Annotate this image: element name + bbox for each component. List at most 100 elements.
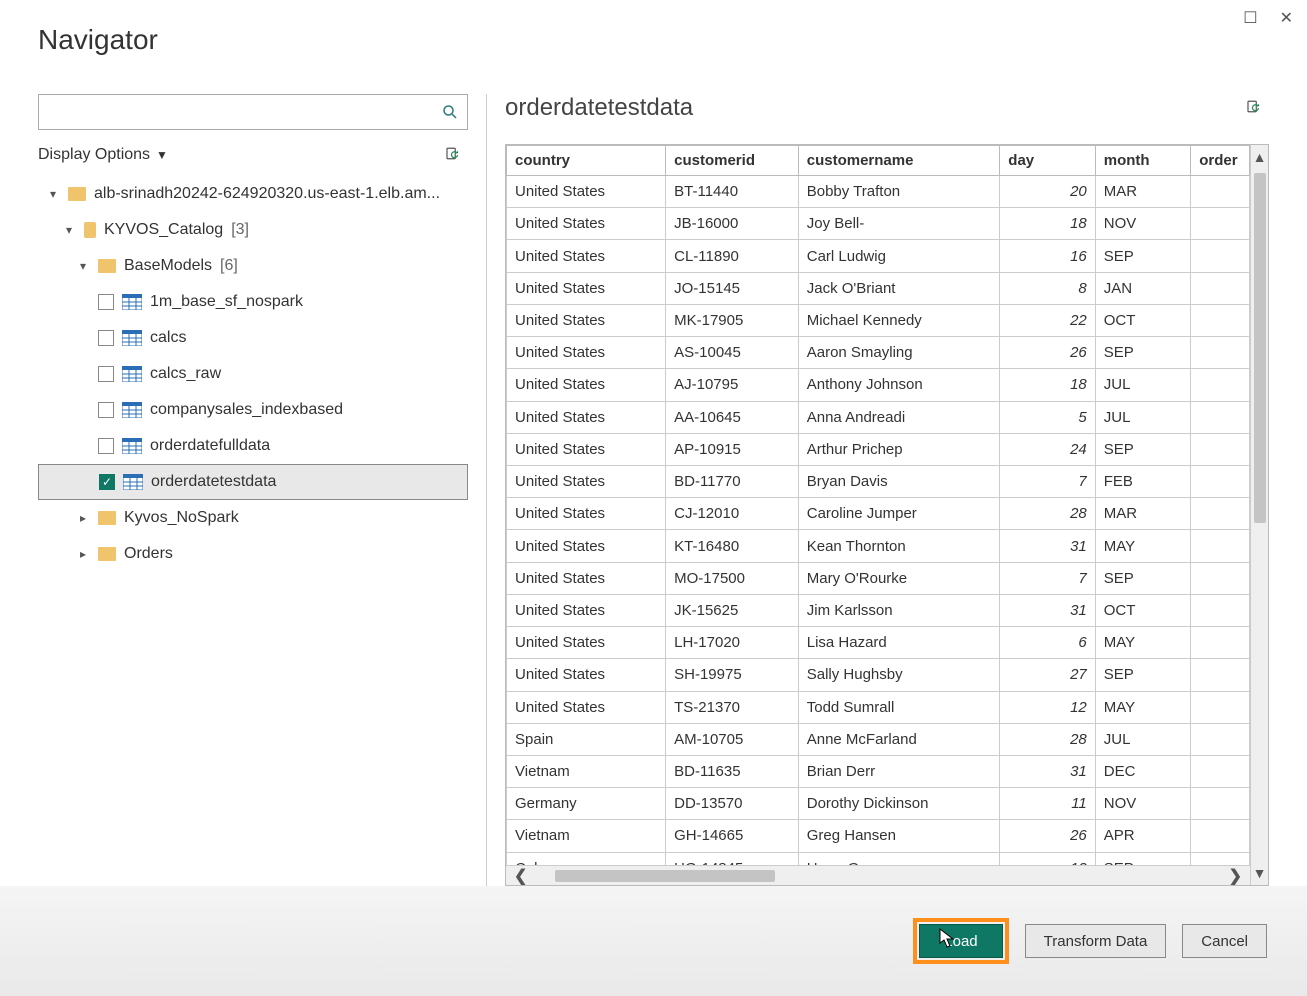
cell-country: Vietnam — [507, 820, 666, 852]
table-row[interactable]: United StatesMK-17905Michael Kennedy22OC… — [507, 304, 1250, 336]
folder-icon — [98, 259, 116, 273]
cell-day: 31 — [1000, 755, 1095, 787]
cancel-button[interactable]: Cancel — [1182, 924, 1267, 958]
cell-customerid: SH-19975 — [666, 659, 799, 691]
cell-country: United States — [507, 176, 666, 208]
scroll-right-icon[interactable]: ❯ — [1221, 866, 1250, 886]
checkbox[interactable] — [98, 294, 114, 310]
cell-day: 27 — [1000, 659, 1095, 691]
tree-label: alb-srinadh20242-624920320.us-east-1.elb… — [94, 185, 440, 203]
refresh-preview-icon[interactable] — [1245, 99, 1263, 117]
tree-item-label: orderdatefulldata — [150, 437, 270, 455]
table-row[interactable]: VietnamGH-14665Greg Hansen26APR — [507, 820, 1250, 852]
checkbox[interactable]: ✓ — [99, 474, 115, 490]
table-row[interactable]: United StatesSH-19975Sally Hughsby27SEP — [507, 659, 1250, 691]
cell-country: United States — [507, 240, 666, 272]
tree-node-nospark[interactable]: ▸ Kyvos_NoSpark — [38, 500, 468, 536]
cell-day: 28 — [1000, 498, 1095, 530]
display-options-label: Display Options — [38, 146, 150, 164]
cell-month: OCT — [1095, 304, 1190, 336]
tree-item-orderdatetestdata[interactable]: ✓orderdatetestdata — [38, 464, 468, 500]
cell-order — [1191, 594, 1250, 626]
cell-month: APR — [1095, 820, 1190, 852]
table-row[interactable]: United StatesTS-21370Todd Sumrall12MAY — [507, 691, 1250, 723]
load-button[interactable]: Load — [919, 924, 1002, 958]
horizontal-scrollbar[interactable]: ❮ ❯ — [506, 865, 1250, 885]
cell-day: 26 — [1000, 820, 1095, 852]
scroll-left-icon[interactable]: ❮ — [506, 866, 535, 886]
table-row[interactable]: United StatesBT-11440Bobby Trafton20MAR — [507, 176, 1250, 208]
scroll-down-icon[interactable]: ▼ — [1253, 861, 1267, 885]
tree-item-companysales_indexbased[interactable]: companysales_indexbased — [38, 392, 468, 428]
table-row[interactable]: SpainAM-10705Anne McFarland28JUL — [507, 723, 1250, 755]
tree-node-root[interactable]: ▾ alb-srinadh20242-624920320.us-east-1.e… — [38, 176, 468, 212]
cell-order — [1191, 176, 1250, 208]
table-row[interactable]: United StatesKT-16480Kean Thornton31MAY — [507, 530, 1250, 562]
table-row[interactable]: United StatesAJ-10795Anthony Johnson18JU… — [507, 369, 1250, 401]
cell-customername: Bobby Trafton — [798, 176, 1000, 208]
cell-month: MAY — [1095, 530, 1190, 562]
cell-month: SEP — [1095, 337, 1190, 369]
tree-item-label: 1m_base_sf_nospark — [150, 293, 303, 311]
column-header-country[interactable]: country — [507, 146, 666, 176]
tree-item-orderdatefulldata[interactable]: orderdatefulldata — [38, 428, 468, 464]
cell-customerid: KT-16480 — [666, 530, 799, 562]
table-row[interactable]: United StatesJB-16000Joy Bell-18NOV — [507, 208, 1250, 240]
table-row[interactable]: United StatesAA-10645Anna Andreadi5JUL — [507, 401, 1250, 433]
table-row[interactable]: VietnamBD-11635Brian Derr31DEC — [507, 755, 1250, 787]
table-row[interactable]: United StatesAS-10045Aaron Smayling26SEP — [507, 337, 1250, 369]
tree-item-calcs_raw[interactable]: calcs_raw — [38, 356, 468, 392]
table-row[interactable]: United StatesCJ-12010Caroline Jumper28MA… — [507, 498, 1250, 530]
cell-order — [1191, 272, 1250, 304]
column-header-month[interactable]: month — [1095, 146, 1190, 176]
checkbox[interactable] — [98, 402, 114, 418]
tree-node-orders[interactable]: ▸ Orders — [38, 536, 468, 572]
cell-country: United States — [507, 562, 666, 594]
table-row[interactable]: United StatesLH-17020Lisa Hazard6MAY — [507, 627, 1250, 659]
cell-month: MAR — [1095, 176, 1190, 208]
cell-customername: Joy Bell- — [798, 208, 1000, 240]
cell-customerid: JK-15625 — [666, 594, 799, 626]
table-row[interactable]: United StatesMO-17500Mary O'Rourke7SEP — [507, 562, 1250, 594]
transform-data-button[interactable]: Transform Data — [1025, 924, 1167, 958]
table-row[interactable]: United StatesCL-11890Carl Ludwig16SEP — [507, 240, 1250, 272]
tree-item-calcs[interactable]: calcs — [38, 320, 468, 356]
table-row[interactable]: United StatesAP-10915Arthur Prichep24SEP — [507, 433, 1250, 465]
close-button[interactable]: ✕ — [1280, 8, 1293, 28]
highlight-annotation: Load — [913, 918, 1008, 964]
tree-node-catalog[interactable]: ▾ KYVOS_Catalog [3] — [38, 212, 468, 248]
tree-node-basemodels[interactable]: ▾ BaseModels [6] — [38, 248, 468, 284]
display-options-dropdown[interactable]: Display Options ▼ — [38, 146, 168, 164]
table-icon — [123, 474, 143, 490]
table-row[interactable]: GermanyDD-13570Dorothy Dickinson11NOV — [507, 788, 1250, 820]
scroll-up-icon[interactable]: ▲ — [1253, 145, 1267, 169]
refresh-icon[interactable] — [444, 146, 462, 164]
checkbox[interactable] — [98, 438, 114, 454]
cell-order — [1191, 208, 1250, 240]
cell-order — [1191, 691, 1250, 723]
cell-month: NOV — [1095, 788, 1190, 820]
page-title: Navigator — [38, 24, 158, 56]
search-box[interactable] — [38, 94, 468, 130]
search-input[interactable] — [47, 104, 441, 121]
maximize-button[interactable]: ☐ — [1243, 8, 1257, 28]
tree-item-1m_base_sf_nospark[interactable]: 1m_base_sf_nospark — [38, 284, 468, 320]
column-header-customername[interactable]: customername — [798, 146, 1000, 176]
column-header-day[interactable]: day — [1000, 146, 1095, 176]
table-row[interactable]: United StatesJO-15145Jack O'Briant8JAN — [507, 272, 1250, 304]
table-row[interactable]: United StatesBD-11770Bryan Davis7FEB — [507, 465, 1250, 497]
column-header-order[interactable]: order — [1191, 146, 1250, 176]
table-row[interactable]: United StatesJK-15625Jim Karlsson31OCT — [507, 594, 1250, 626]
column-header-customerid[interactable]: customerid — [666, 146, 799, 176]
cell-customerid: LH-17020 — [666, 627, 799, 659]
scrollbar-thumb[interactable] — [1254, 173, 1266, 523]
vertical-scrollbar[interactable]: ▲ ▼ — [1250, 145, 1268, 885]
checkbox[interactable] — [98, 330, 114, 346]
cell-country: United States — [507, 272, 666, 304]
search-icon[interactable] — [441, 103, 459, 121]
scrollbar-thumb[interactable] — [555, 870, 775, 882]
cell-country: United States — [507, 337, 666, 369]
cell-month: FEB — [1095, 465, 1190, 497]
cell-customername: Anthony Johnson — [798, 369, 1000, 401]
checkbox[interactable] — [98, 366, 114, 382]
